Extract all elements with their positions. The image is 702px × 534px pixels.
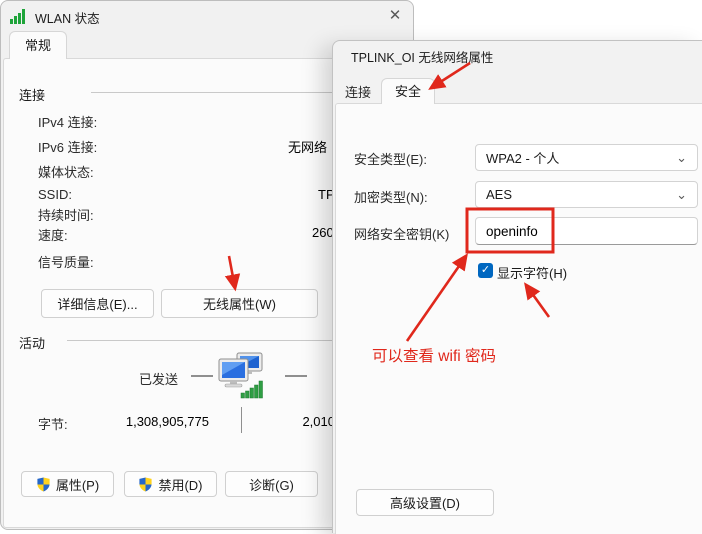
dialog-title: WLAN 状态 [35, 8, 100, 27]
network-computers-icon [217, 351, 265, 399]
row-value: 无网络 [288, 137, 327, 156]
properties-button[interactable]: 属性(P) [21, 471, 114, 497]
tab-general[interactable]: 常规 [9, 31, 67, 59]
security-type-select[interactable]: WPA2 - 个人 ⌄ [475, 144, 698, 171]
properties-button-label: 属性(P) [56, 475, 99, 494]
wireless-network-properties-dialog: TPLINK_OI 无线网络属性 连接 安全 安全类型(E): WPA2 - 个… [332, 40, 702, 533]
check-icon: ✓ [481, 264, 490, 276]
row-label: 持续时间: [38, 205, 94, 224]
disable-button-label: 禁用(D) [158, 475, 202, 494]
wifi-signal-icon [10, 9, 29, 24]
disable-button[interactable]: 禁用(D) [124, 471, 217, 497]
security-type-value: WPA2 - 个人 [486, 148, 559, 167]
network-key-label: 网络安全密钥(K) [354, 224, 449, 243]
row-value: 260 [312, 225, 334, 240]
chevron-down-icon: ⌄ [676, 153, 687, 163]
advanced-settings-button[interactable]: 高级设置(D) [356, 489, 494, 516]
annotation-note: 可以查看 wifi 密码 [372, 344, 496, 366]
row-label: IPv4 连接: [38, 112, 97, 131]
details-button[interactable]: 详细信息(E)... [41, 289, 154, 318]
bytes-label: 字节: [38, 414, 68, 433]
wireless-properties-button[interactable]: 无线属性(W) [161, 289, 318, 318]
uac-shield-icon [36, 477, 51, 492]
dialog-title: TPLINK_OI 无线网络属性 [351, 47, 493, 66]
network-key-input[interactable] [475, 217, 698, 245]
encryption-type-value: AES [486, 187, 512, 202]
bytes-received-value: 2,010 [251, 414, 335, 429]
group-activity-label: 活动 [19, 333, 45, 352]
uac-shield-icon [138, 477, 153, 492]
chevron-down-icon: ⌄ [676, 190, 687, 200]
sent-label: 已发送 [139, 369, 178, 388]
row-label: IPv6 连接: [38, 137, 97, 156]
row-label: 媒体状态: [38, 162, 94, 181]
close-icon[interactable]: ✕ [384, 5, 406, 27]
tab-connection[interactable]: 连接 [338, 83, 378, 103]
encryption-type-label: 加密类型(N): [354, 187, 428, 206]
row-label: SSID: [38, 187, 72, 202]
row-label: 速度: [38, 225, 68, 244]
group-connection-label: 连接 [19, 85, 45, 104]
show-characters-label: 显示字符(H) [497, 263, 567, 282]
divider [191, 375, 213, 377]
show-characters-checkbox[interactable]: ✓ [478, 263, 493, 278]
security-type-label: 安全类型(E): [354, 149, 427, 168]
row-label: 信号质量: [38, 252, 94, 271]
divider [285, 375, 307, 377]
bytes-sent-value: 1,308,905,775 [91, 414, 209, 429]
encryption-type-select[interactable]: AES ⌄ [475, 181, 698, 208]
divider [241, 407, 242, 433]
diagnose-button[interactable]: 诊断(G) [225, 471, 318, 497]
tab-security[interactable]: 安全 [381, 78, 435, 104]
